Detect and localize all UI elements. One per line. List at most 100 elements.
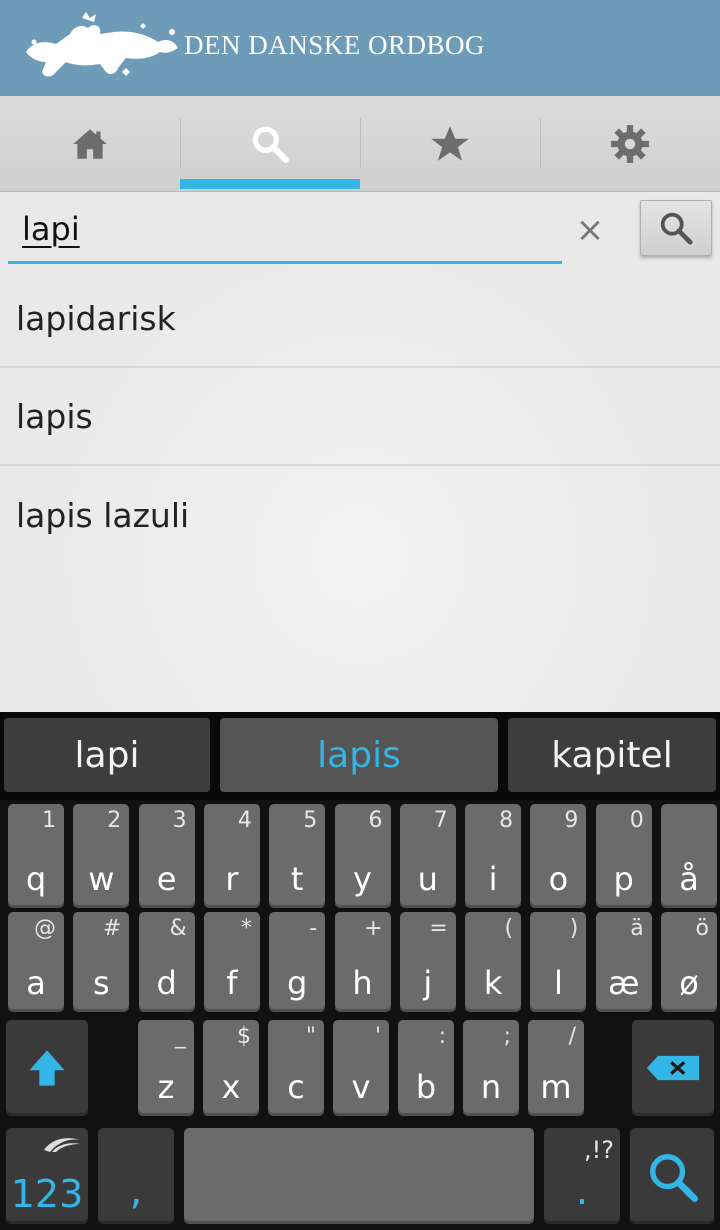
content-area: lapi × lapidarisk lapis lapis lazuli — [0, 192, 720, 712]
key-alt-label: # — [102, 916, 122, 941]
key-x[interactable]: $ x — [203, 1020, 259, 1116]
search-input[interactable] — [8, 204, 562, 264]
key-ø[interactable]: öø — [661, 912, 717, 1012]
period-key[interactable]: ,!? . — [544, 1128, 620, 1224]
tab-search[interactable] — [180, 96, 360, 191]
key-r[interactable]: 4r — [203, 804, 260, 908]
key-i[interactable]: 8i — [465, 804, 522, 908]
key-b[interactable]: :b — [398, 1020, 454, 1116]
key-l[interactable]: ) l — [530, 912, 587, 1012]
key-a[interactable]: @ a — [8, 912, 64, 1012]
key-label: s — [92, 964, 110, 1002]
key-alt-label: ( — [504, 916, 514, 941]
key-y[interactable]: 6y — [334, 804, 391, 908]
lions-logo-icon — [26, 12, 178, 77]
key-label: a — [26, 964, 46, 1002]
suggestion-item[interactable]: kapitel — [508, 718, 716, 792]
key-z[interactable]: _ z — [138, 1020, 194, 1116]
key-label: q — [25, 860, 47, 898]
key-label: p — [613, 860, 634, 898]
key-label: h — [352, 964, 373, 1002]
key-label: o — [548, 860, 569, 898]
key-label: m — [540, 1068, 572, 1106]
clear-button[interactable]: × — [570, 210, 610, 250]
tab-favorites[interactable] — [360, 96, 540, 191]
key-label: å — [679, 860, 699, 898]
key-alt-label: + — [364, 916, 383, 941]
key-label: z — [157, 1068, 175, 1106]
key-s[interactable]: # s — [73, 912, 130, 1012]
key-label: i — [488, 860, 498, 898]
key-v[interactable]: ' v — [333, 1020, 389, 1116]
numbers-key[interactable]: 123 — [6, 1128, 88, 1224]
key-k[interactable]: (k — [465, 912, 522, 1012]
key-label: k — [483, 964, 503, 1002]
key-n[interactable]: ; n — [463, 1020, 519, 1116]
shift-key[interactable] — [6, 1020, 88, 1116]
suggestion-item[interactable]: lapis — [220, 718, 498, 792]
key-u[interactable]: 7u — [399, 804, 456, 908]
results-list: lapidarisk lapis lapis lazuli — [0, 270, 720, 564]
key-h[interactable]: + h — [334, 912, 391, 1012]
keyboard-search-key[interactable] — [630, 1128, 714, 1224]
suggestion-item[interactable]: lapi — [4, 718, 210, 792]
suggestion-bar: lapi lapis kapitel — [0, 712, 720, 800]
tab-bar — [0, 96, 720, 192]
key-c[interactable]: " c — [268, 1020, 324, 1116]
key-e[interactable]: 3e — [138, 804, 195, 908]
key-f[interactable]: * f — [203, 912, 260, 1012]
key-alt-label: & — [169, 916, 187, 941]
space-key[interactable] — [184, 1128, 534, 1224]
app-title: DEN DANSKE ORDBOG — [184, 30, 486, 60]
key-alt-label: / — [568, 1024, 576, 1049]
list-item[interactable]: lapis — [0, 368, 720, 466]
key-label: e — [156, 860, 177, 898]
key-m[interactable]: / m — [528, 1020, 584, 1116]
key-label: y — [353, 860, 372, 898]
key-alt-label: 3 — [172, 808, 187, 833]
key-alt-label: 7 — [433, 808, 448, 833]
key-j[interactable]: = j — [399, 912, 456, 1012]
key-alt-label: ) — [569, 916, 579, 941]
key-alt-label: 1 — [42, 808, 56, 833]
key-alt-label: " — [305, 1024, 316, 1049]
key-label: g — [287, 964, 308, 1002]
key-w[interactable]: 2w — [73, 804, 130, 908]
key-g[interactable]: -g — [269, 912, 326, 1012]
key-alt-label: 8 — [499, 808, 514, 833]
key-t[interactable]: 5t — [269, 804, 326, 908]
key-alt-label: ' — [374, 1024, 381, 1049]
key-alt-label: ä — [630, 916, 644, 941]
search-button[interactable] — [640, 200, 712, 256]
key-alt-label: : — [438, 1024, 446, 1049]
key-label: u — [417, 860, 438, 898]
list-item[interactable]: lapidarisk — [0, 270, 720, 368]
key-alt-label: _ — [175, 1024, 186, 1049]
key-label: n — [480, 1068, 502, 1106]
tab-settings[interactable] — [540, 96, 720, 191]
key-label: t — [290, 860, 304, 898]
search-icon — [650, 1154, 698, 1202]
key-label: l — [553, 964, 563, 1002]
key-o[interactable]: 9o — [530, 804, 587, 908]
key-label: v — [351, 1068, 371, 1106]
key-d[interactable]: & d — [138, 912, 195, 1012]
tab-home[interactable] — [0, 96, 180, 191]
key-alt-label: 9 — [564, 808, 579, 833]
comma-key-label: , — [129, 1168, 143, 1214]
period-key-label: . — [575, 1168, 589, 1214]
list-item[interactable]: lapis lazuli — [0, 466, 720, 564]
key-label: c — [287, 1068, 305, 1106]
key-label: w — [88, 860, 115, 898]
key-p[interactable]: 0p — [595, 804, 652, 908]
key-alt-label: 6 — [368, 808, 383, 833]
key-å[interactable]: å — [661, 804, 717, 908]
numbers-key-label: 123 — [10, 1172, 84, 1216]
key-q[interactable]: 1q — [8, 804, 64, 908]
home-icon — [73, 128, 107, 159]
backspace-key[interactable] — [632, 1020, 714, 1116]
comma-key[interactable]: , — [98, 1128, 174, 1224]
key-label: r — [225, 860, 239, 898]
key-æ[interactable]: äæ — [595, 912, 652, 1012]
key-alt-label: @ — [34, 916, 56, 941]
